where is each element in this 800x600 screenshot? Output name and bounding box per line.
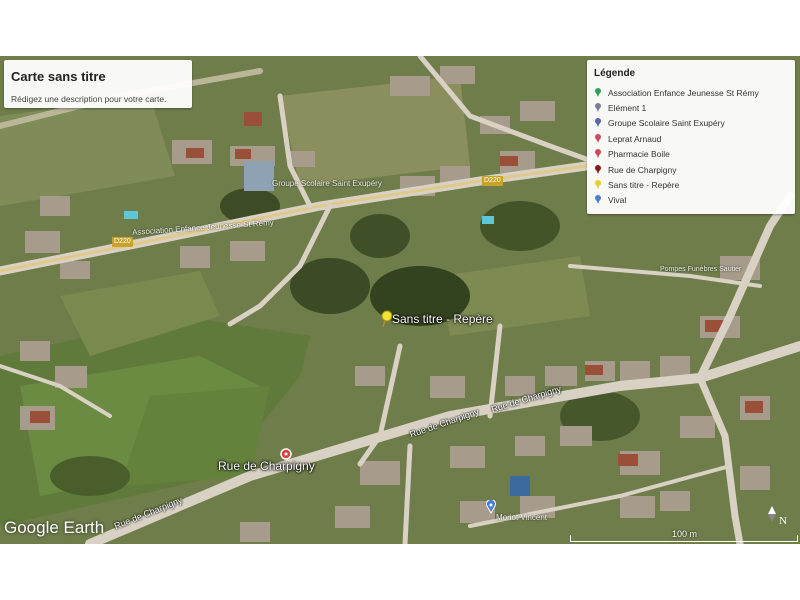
legend-item[interactable]: Leprat Arnaud	[594, 131, 759, 146]
scale-bar: 100 m	[570, 529, 798, 542]
map-pin-icon	[594, 118, 602, 128]
legend-title: Légende	[594, 68, 636, 79]
legend-item-label: Rue de Charpigny	[608, 164, 677, 175]
road-shield-d220: D220	[482, 176, 503, 186]
place-label-groupe-scolaire[interactable]: Groupe Scolaire Saint Exupéry	[272, 179, 382, 188]
legend-item[interactable]: Rue de Charpigny	[594, 162, 759, 177]
map-pin-icon	[594, 103, 602, 113]
place-label-moriot-vincent[interactable]: Moriot Vincent	[496, 513, 547, 522]
map-pin-icon	[594, 149, 602, 159]
placemark-label-rue-de-charpigny[interactable]: Rue de Charpigny	[218, 459, 315, 473]
pushpin-icon	[594, 180, 602, 190]
map-pin-icon	[594, 133, 602, 144]
legend-item[interactable]: Pharmacie Boile	[594, 147, 759, 162]
legend-item-label: Pharmacie Boile	[608, 149, 670, 160]
legend-item-label: Sans titre - Repère	[608, 180, 680, 191]
place-label-pompes-funebres[interactable]: Pompes Funèbres Sautier	[660, 266, 741, 273]
map-title: Carte sans titre	[11, 69, 106, 84]
legend-panel: Légende Association Enfance Jeunesse St …	[587, 60, 795, 214]
legend-item[interactable]: Sans titre - Repère	[594, 177, 759, 192]
legend-item-label: Association Enfance Jeunesse St Rémy	[608, 87, 759, 98]
legend-item-label: Elément 1	[608, 103, 647, 114]
map-description[interactable]: Rédigez une description pour votre carte…	[11, 94, 166, 104]
legend-item[interactable]: Vival	[594, 193, 759, 208]
legend-item[interactable]: Elément 1	[594, 100, 759, 115]
legend-item-label: Groupe Scolaire Saint Exupéry	[608, 118, 725, 129]
legend-item[interactable]: Association Enfance Jeunesse St Rémy	[594, 85, 759, 100]
compass-north-icon[interactable]: N	[764, 504, 788, 526]
scale-bar-label: 100 m	[672, 529, 698, 539]
satellite-map-view[interactable]: Carte sans titre Rédigez une description…	[0, 56, 800, 544]
road-shield-d220: D220	[112, 237, 133, 247]
map-pin-icon	[594, 195, 602, 205]
map-pin-icon	[594, 164, 602, 175]
placemark-label-sans-titre[interactable]: Sans titre - Repère	[392, 312, 493, 326]
blue-placemark-icon[interactable]	[485, 500, 497, 514]
compass-label: N	[779, 515, 787, 526]
legend-list: Association Enfance Jeunesse St Rémy Elé…	[594, 85, 759, 208]
legend-item-label: Leprat Arnaud	[608, 133, 662, 144]
map-title-card[interactable]: Carte sans titre Rédigez une description…	[4, 60, 192, 108]
google-earth-logo: Google Earth	[4, 518, 105, 537]
legend-item[interactable]: Groupe Scolaire Saint Exupéry	[594, 116, 759, 131]
legend-item-label: Vival	[608, 195, 627, 206]
map-pin-icon	[594, 87, 602, 98]
